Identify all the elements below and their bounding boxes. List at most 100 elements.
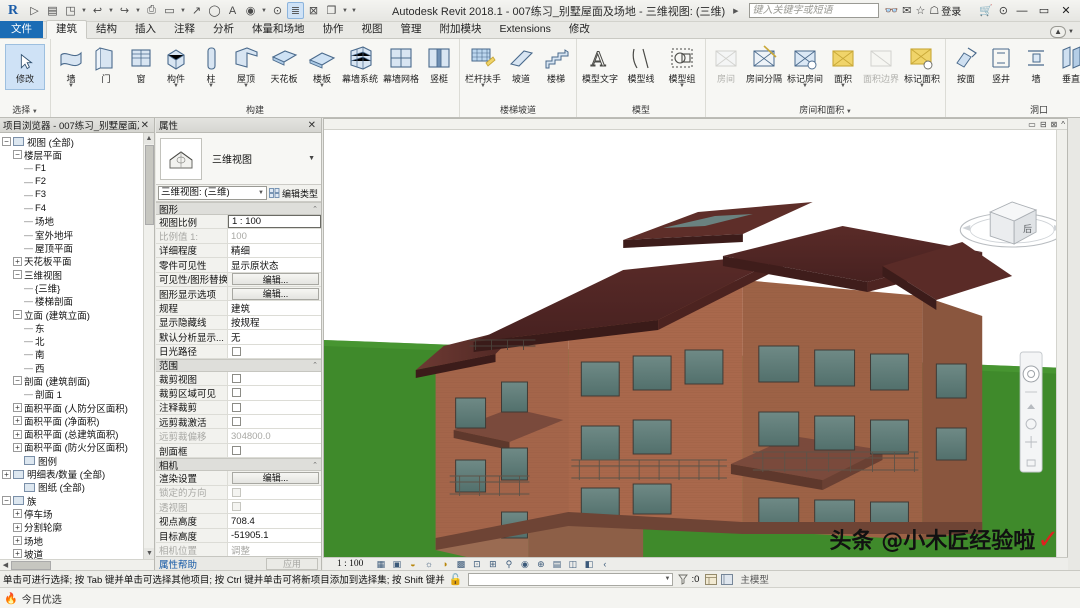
tab-6[interactable]: 体量和场地 [243, 21, 314, 38]
property-row[interactable]: 显示隐藏线按规程 [156, 316, 321, 330]
collapse-icon[interactable]: − [2, 496, 11, 505]
tree-node[interactable]: —剖面 1 [2, 388, 154, 401]
tab-3[interactable]: 插入 [126, 21, 165, 38]
undo-icon[interactable]: ↩ [89, 2, 106, 19]
tree-node[interactable]: —楼梯剖面 [2, 295, 154, 308]
properties-table[interactable]: 图形⌃视图比例1 : 100比例值 1:100详细程度精细零件可见性显示原状态可… [156, 202, 321, 556]
maximize-icon[interactable]: ⊠ [1051, 120, 1058, 129]
property-value[interactable]: 建筑 [228, 301, 321, 314]
property-value[interactable] [228, 444, 321, 457]
expand-icon[interactable]: + [13, 403, 22, 412]
tree-node[interactable]: 图纸 (全部) [2, 481, 154, 494]
property-row[interactable]: 目标高度-51905.1 [156, 529, 321, 543]
button-模型组[interactable]: 模型组▼ [662, 42, 702, 89]
button-楼梯[interactable]: 楼梯 [539, 42, 573, 84]
chevron-down-icon[interactable]: ▼ [173, 84, 179, 89]
property-row[interactable]: 注释裁剪 [156, 401, 321, 415]
button-窗[interactable]: 窗 [124, 42, 158, 84]
button-房间分隔[interactable]: 房间分隔 [744, 42, 784, 84]
button-垂直[interactable]: 垂直 [1054, 42, 1080, 84]
filter-area[interactable]: :0 [678, 574, 699, 585]
expand-icon[interactable]: + [2, 470, 11, 479]
crop-view-icon[interactable]: ⊡ [470, 559, 483, 570]
sign-in-link[interactable]: 登录 [941, 3, 961, 18]
property-value[interactable]: 编辑... [228, 287, 321, 300]
property-value[interactable]: 按规程 [228, 316, 321, 329]
expand-icon[interactable]: + [13, 257, 22, 266]
chevron-down-icon[interactable]: ▼ [260, 8, 268, 14]
button-模型线[interactable]: 模型线 [621, 42, 661, 84]
constraints-icon[interactable]: ◧ [582, 559, 595, 570]
close-icon[interactable]: ✕ [139, 120, 151, 131]
property-row[interactable]: 可见性/图形替换编辑... [156, 273, 321, 287]
edit-type-button[interactable]: 编辑类型 [269, 187, 319, 200]
expand-icon[interactable]: + [13, 416, 22, 425]
user-account-icon[interactable]: ☖ [929, 4, 939, 17]
property-group-header[interactable]: 相机⌃ [156, 458, 321, 471]
button-模型文字[interactable]: A模型文字 [580, 42, 620, 84]
shadows-icon[interactable]: ◑ [438, 559, 451, 570]
button-竖井[interactable]: 竖井 [984, 42, 1018, 84]
chevron-down-icon[interactable]: ▼ [243, 84, 249, 89]
expand-icon[interactable]: + [13, 536, 22, 545]
scroll-left-arrow[interactable]: ◀ [0, 561, 11, 569]
tree-node[interactable]: —东 [2, 321, 154, 334]
collapse-icon[interactable]: − [13, 150, 22, 159]
button-楼板[interactable]: 楼板▼ [305, 42, 339, 89]
section-icon[interactable]: ⊙ [269, 2, 286, 19]
tab-8[interactable]: 视图 [353, 21, 392, 38]
checkbox[interactable] [232, 403, 241, 412]
help-icon[interactable]: ⊙ [999, 4, 1008, 17]
button-门[interactable]: 门 [89, 42, 123, 84]
property-value[interactable]: 无 [228, 330, 321, 343]
edit-button[interactable]: 编辑... [232, 472, 319, 484]
property-value[interactable] [228, 415, 321, 428]
text-icon[interactable]: A [224, 2, 241, 19]
checkbox[interactable] [232, 502, 241, 511]
scroll-down-arrow[interactable]: ▼ [144, 548, 154, 559]
restore-icon[interactable]: ▭ [1028, 120, 1036, 129]
property-value[interactable]: 708.4 [228, 514, 321, 527]
collapse-icon[interactable]: − [2, 137, 11, 146]
taskbar-label[interactable]: 今日优选 [22, 591, 62, 606]
tree-node[interactable]: −三维视图 [2, 268, 154, 281]
unlock-3d-view-icon[interactable]: ⚲ [502, 559, 515, 570]
property-row[interactable]: 透视图 [156, 500, 321, 514]
chevron-down-icon[interactable]: ▼ [179, 8, 187, 14]
detail-level-icon[interactable]: ▣ [390, 559, 403, 570]
button-标记面积[interactable]: 标记面积▼ [902, 42, 942, 89]
property-row[interactable]: 图形显示选项编辑... [156, 287, 321, 301]
minimize-icon[interactable]: ⊟ [1040, 120, 1047, 129]
property-value[interactable] [228, 345, 321, 358]
tree-node[interactable]: —F4 [2, 201, 154, 214]
project-browser-tree[interactable]: −视图 (全部)−楼层平面—F1—F2—F3—F4—场地—室外地坪—屋顶平面+天… [0, 133, 154, 559]
save-as-icon[interactable]: ◳ [62, 2, 79, 19]
binoculars-icon[interactable]: 👓 [885, 4, 899, 17]
tab-0[interactable]: 文件 [0, 21, 43, 38]
chevron-down-icon[interactable]: ▼ [480, 84, 486, 89]
chevron-down-icon[interactable]: ▼ [107, 8, 115, 14]
collapse-icon[interactable]: − [13, 270, 22, 279]
property-value[interactable]: 显示原状态 [228, 258, 321, 271]
measure-icon[interactable]: ▭ [161, 2, 178, 19]
tree-node[interactable]: —{三维} [2, 281, 154, 294]
collapse-ribbon-icon[interactable]: ^ [1061, 120, 1065, 129]
property-value[interactable]: 编辑... [228, 471, 321, 484]
search-input[interactable]: 键入关键字或短语 [749, 3, 879, 18]
minimize-button[interactable]: — [1014, 5, 1030, 17]
tab-2[interactable]: 结构 [87, 21, 126, 38]
viewport-vertical-scrollbar[interactable] [1056, 130, 1067, 570]
property-value[interactable] [228, 386, 321, 399]
chevron-down-icon[interactable]: ▼ [679, 84, 685, 89]
favorites-star-icon[interactable]: ☆ [915, 4, 925, 17]
view-scale-icon[interactable]: ▦ [374, 559, 387, 570]
tree-node[interactable]: +面积平面 (净面积) [2, 414, 154, 427]
tab-11[interactable]: Extensions [491, 21, 560, 38]
button-天花板[interactable]: 天花板 [264, 42, 304, 84]
unlock-icon[interactable]: 🔓 [449, 573, 463, 586]
tree-node[interactable]: —场地 [2, 215, 154, 228]
chevron-down-icon[interactable]: ▼ [341, 8, 349, 14]
expand-icon[interactable]: + [13, 443, 22, 452]
tree-node[interactable]: −视图 (全部) [2, 135, 154, 148]
collapse-icon[interactable]: − [13, 376, 22, 385]
